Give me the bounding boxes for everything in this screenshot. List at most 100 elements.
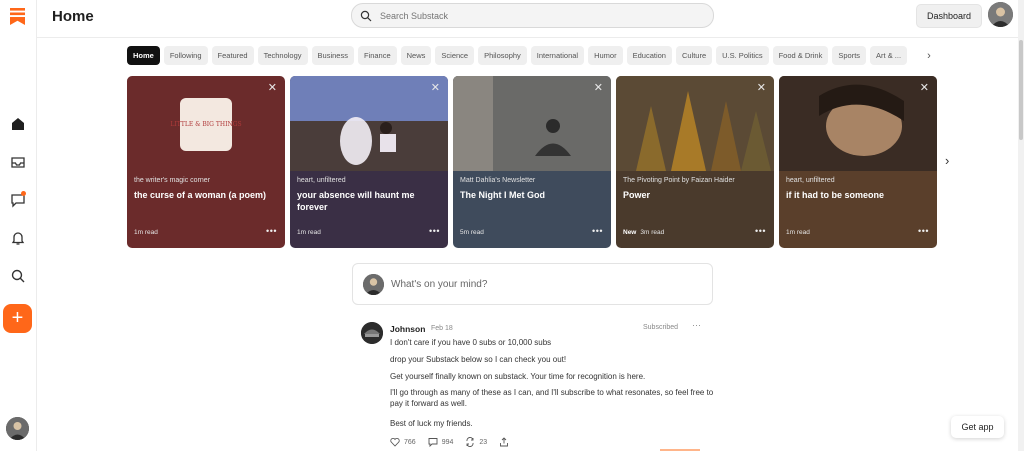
category-chip[interactable]: Culture	[675, 46, 713, 65]
share-icon	[500, 437, 509, 447]
card-publication: The Pivoting Point by Faizan Haider	[623, 177, 735, 184]
search-icon[interactable]	[7, 265, 29, 287]
inbox-icon[interactable]	[7, 151, 29, 173]
category-chip[interactable]: Sports	[832, 46, 867, 65]
read-time: 3m read	[640, 229, 665, 236]
subscribed-badge: Subscribed	[643, 324, 679, 331]
post-date: Feb 18	[431, 325, 453, 332]
card-publication: heart, unfiltered	[297, 177, 346, 184]
composer[interactable]: What's on your mind?	[352, 263, 713, 305]
card-meta: 1m read	[134, 229, 158, 236]
bell-icon[interactable]	[7, 227, 29, 249]
card-publication: heart, unfiltered	[786, 177, 835, 184]
card-title[interactable]: Power	[623, 189, 763, 201]
dashboard-button[interactable]: Dashboard	[916, 4, 982, 28]
post-text-line: Get yourself finally known on substack. …	[390, 372, 646, 381]
user-avatar[interactable]	[6, 417, 29, 440]
category-chip[interactable]: Finance	[357, 46, 397, 65]
profile-avatar[interactable]	[988, 2, 1013, 27]
read-time: 5m read	[460, 229, 484, 236]
featured-post-card[interactable]: ✕ The Pivoting Point by Faizan Haider Powe…	[616, 76, 774, 248]
card-title[interactable]: The Night I Met God	[460, 189, 600, 201]
post-author-avatar[interactable]	[361, 322, 383, 344]
get-app-button[interactable]: Get app	[951, 416, 1004, 438]
category-chip[interactable]: U.S. Politics	[716, 46, 769, 65]
featured-post-card[interactable]: LITTLE & BIG THINGS ✕ the writer's magic c…	[127, 76, 285, 248]
category-chip[interactable]: Technology	[257, 46, 308, 65]
card-meta: 1m read	[786, 229, 810, 236]
card-art-text: LITTLE & BIG THINGS	[170, 121, 241, 128]
card-art	[779, 76, 937, 171]
category-chip[interactable]: News	[400, 46, 432, 65]
avatar	[363, 274, 384, 295]
category-chip[interactable]: Home	[127, 46, 160, 65]
category-chip[interactable]: Science	[435, 46, 475, 65]
more-icon[interactable]: •••	[266, 226, 277, 236]
post-text-line: I'll go through as many of these as I ca…	[390, 388, 714, 408]
close-icon[interactable]: ✕	[431, 81, 440, 94]
category-chip[interactable]: Food & Drink	[772, 46, 829, 65]
chat-icon[interactable]	[7, 189, 29, 211]
card-meta: 1m read	[297, 229, 321, 236]
restack-button[interactable]: 23	[465, 437, 487, 447]
card-art	[453, 76, 611, 171]
featured-post-card[interactable]: ✕ heart, unfiltered your absence will haun…	[290, 76, 448, 248]
card-meta: New 3m read	[623, 229, 664, 236]
card-title[interactable]: the curse of a woman (a poem)	[134, 189, 274, 201]
more-icon[interactable]: •••	[755, 226, 766, 236]
card-meta: 5m read	[460, 229, 484, 236]
plus-icon: +	[11, 307, 24, 329]
search-bar[interactable]	[351, 3, 714, 28]
category-chip[interactable]: International	[530, 46, 585, 65]
category-chip[interactable]: Featured	[211, 46, 254, 65]
comment-button[interactable]: 994	[428, 437, 454, 447]
category-chip[interactable]: Humor	[588, 46, 623, 65]
close-icon[interactable]: ✕	[268, 81, 277, 94]
read-time: 1m read	[134, 229, 158, 236]
more-icon[interactable]: •••	[429, 226, 440, 236]
comment-icon	[428, 438, 438, 447]
chevron-right-icon[interactable]: ›	[923, 49, 935, 63]
like-count: 766	[404, 438, 416, 446]
post-text-line: I don't care if you have 0 subs or 10,00…	[390, 338, 552, 347]
category-chip[interactable]: Philosophy	[478, 46, 527, 65]
more-icon[interactable]: ···	[692, 320, 701, 330]
category-chip[interactable]: Following	[163, 46, 208, 65]
more-icon[interactable]: •••	[918, 226, 929, 236]
compose-button[interactable]: +	[3, 304, 32, 333]
close-icon[interactable]: ✕	[594, 81, 603, 94]
page-title: Home	[52, 8, 94, 25]
substack-logo[interactable]	[10, 8, 25, 25]
post-author[interactable]: Johnson	[390, 324, 425, 334]
featured-post-card[interactable]: ✕ heart, unfiltered if it had to be someon…	[779, 76, 937, 248]
close-icon[interactable]: ✕	[920, 81, 929, 94]
category-chip[interactable]: Business	[311, 46, 354, 65]
category-chip[interactable]: Education	[626, 46, 672, 65]
like-button[interactable]: 766	[390, 437, 416, 447]
card-art: LITTLE & BIG THINGS	[170, 98, 242, 151]
post-text-line: Best of luck my friends.	[390, 419, 473, 428]
search-input[interactable]	[378, 9, 682, 22]
notification-dot	[21, 191, 26, 196]
card-art	[616, 76, 774, 171]
card-title[interactable]: your absence will haunt me forever	[297, 189, 437, 213]
top-header: Home Dashboard	[37, 0, 1024, 38]
close-icon[interactable]: ✕	[757, 81, 766, 94]
scrollbar[interactable]	[1018, 0, 1024, 451]
scrollbar-thumb[interactable]	[1019, 40, 1023, 140]
card-title[interactable]: if it had to be someone	[786, 189, 926, 201]
read-time: 1m read	[297, 229, 321, 236]
restack-count: 23	[479, 438, 488, 446]
post-actions: 766 994 23	[390, 437, 509, 447]
featured-post-card[interactable]: ✕ Matt Dahlia's Newsletter The Night I Met…	[453, 76, 611, 248]
card-art	[290, 76, 448, 171]
home-icon[interactable]	[7, 113, 29, 135]
composer-placeholder: What's on your mind?	[391, 279, 488, 290]
post-text-line: drop your Substack below so I can check …	[390, 355, 567, 364]
restack-icon	[466, 437, 474, 447]
category-chip[interactable]: Art & ...	[870, 46, 908, 65]
chevron-right-icon[interactable]: ›	[945, 153, 949, 168]
share-button[interactable]	[499, 437, 509, 447]
comment-count: 994	[441, 438, 454, 446]
more-icon[interactable]: •••	[592, 226, 603, 236]
